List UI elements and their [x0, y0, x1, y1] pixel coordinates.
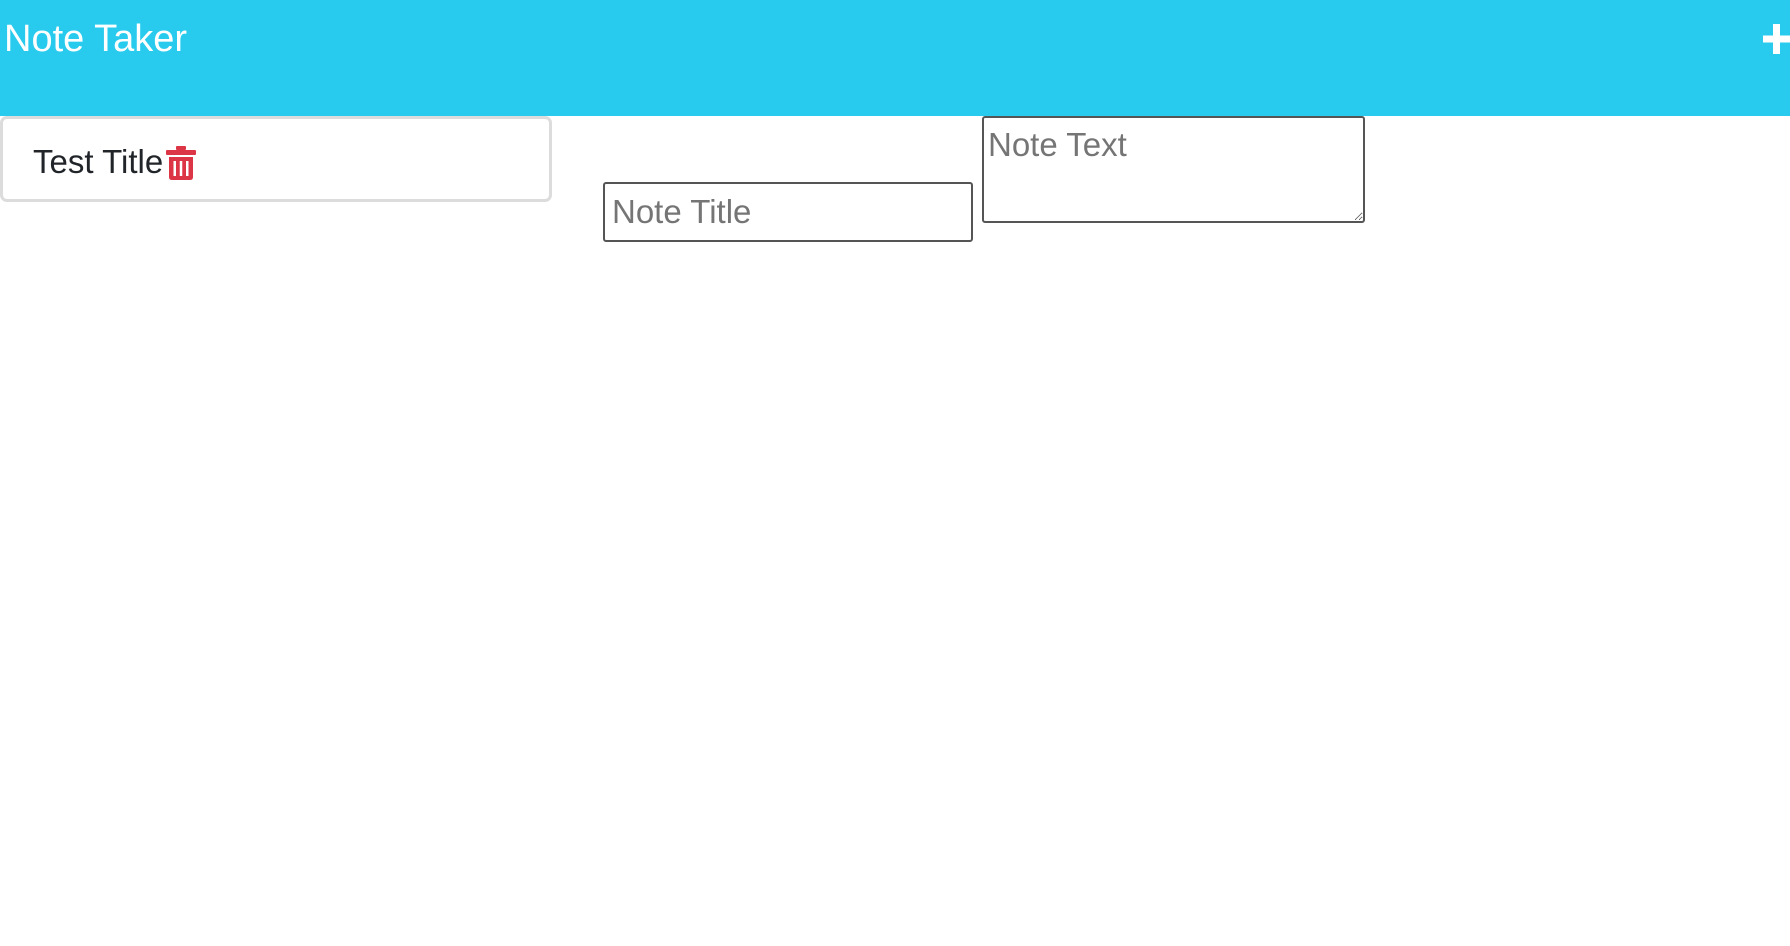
note-item-title[interactable]: Test Title — [33, 143, 163, 181]
note-list-item[interactable]: Test Title — [0, 116, 552, 202]
trash-icon[interactable] — [166, 146, 196, 180]
app-title: Note Taker — [4, 18, 188, 60]
navbar: Note Taker — [0, 0, 1790, 116]
note-title-input[interactable] — [603, 182, 973, 242]
note-text-area[interactable] — [982, 116, 1365, 223]
plus-icon[interactable] — [1763, 24, 1790, 54]
